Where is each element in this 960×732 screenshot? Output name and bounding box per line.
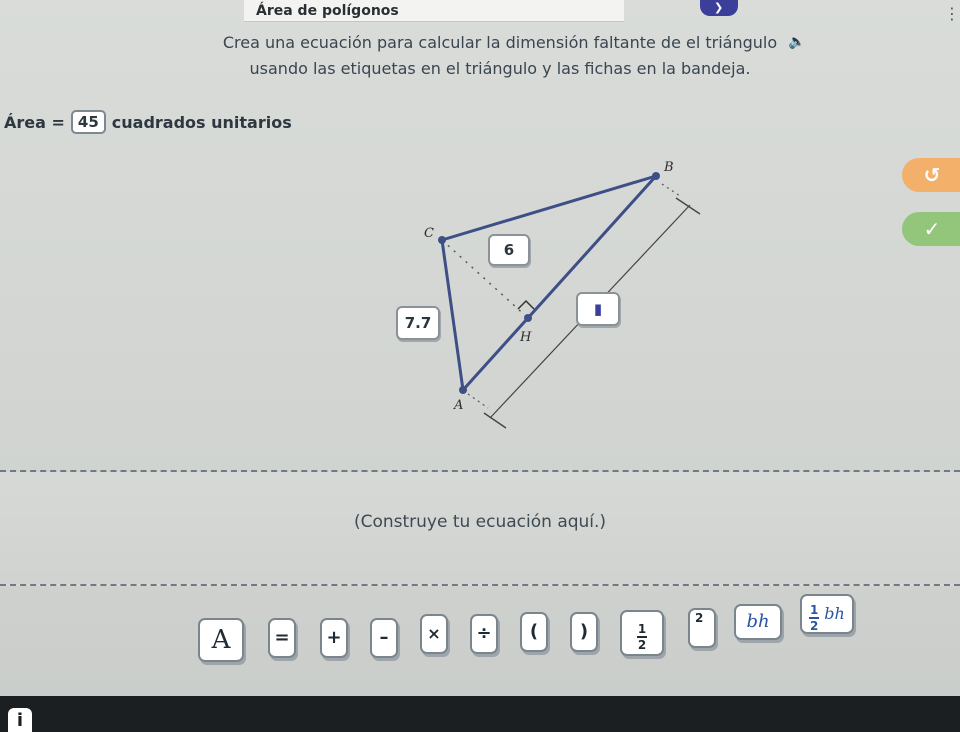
label-A: A	[454, 398, 464, 413]
unknown-base-tile[interactable]: ▮	[576, 292, 620, 326]
dot-icon[interactable]: ⋮	[944, 4, 960, 23]
one-half-fraction: 1 2	[637, 623, 647, 651]
half-bh-fraction: 1 2	[809, 603, 820, 633]
area-label: Área =	[4, 112, 65, 132]
check-icon: ✓	[923, 217, 941, 241]
label-B: B	[664, 160, 674, 175]
dimension-line	[489, 204, 691, 419]
one-half-denominator: 2	[637, 638, 647, 652]
tile-half-bh[interactable]: 1 2 bh	[800, 594, 854, 634]
chevron-icon: ❯	[714, 1, 724, 14]
page-title: Área de polígonos	[244, 0, 624, 22]
tile-divide[interactable]: ÷	[470, 614, 498, 654]
speaker-icon[interactable]: 🔈	[788, 34, 805, 50]
instructions-line-2: usando las etiquetas en el triángulo y l…	[249, 59, 751, 78]
tile-plus[interactable]: +	[320, 618, 348, 658]
instructions: Crea una ecuación para calcular la dimen…	[180, 30, 820, 82]
extension-dots-top	[661, 183, 681, 197]
height-value-tile: 6	[488, 234, 530, 266]
tile-bh[interactable]: bh	[734, 604, 782, 640]
tile-square-exponent[interactable]: 2	[688, 608, 716, 648]
height-line	[441, 239, 529, 319]
label-C: C	[424, 226, 434, 241]
bottom-bar	[0, 696, 960, 732]
side-AC	[440, 239, 465, 391]
extension-dots-bottom	[467, 393, 489, 409]
check-button[interactable]: ✓	[902, 212, 960, 246]
one-half-numerator: 1	[637, 622, 647, 636]
tile-left-paren[interactable]: (	[520, 612, 548, 652]
half-bh-denominator: 2	[809, 619, 819, 633]
undo-icon: ↺	[923, 163, 941, 187]
area-value: 45	[70, 110, 106, 134]
dimension-tick-top	[675, 197, 701, 215]
vertex-H	[524, 314, 532, 322]
build-placeholder: (Construye tu ecuación aquí.)	[353, 512, 607, 532]
undo-button[interactable]: ↺	[902, 158, 960, 192]
tile-times[interactable]: ×	[420, 614, 448, 654]
vertex-C	[438, 236, 446, 244]
label-H: H	[520, 330, 532, 345]
tile-equals[interactable]: =	[268, 618, 296, 658]
right-angle-marker	[517, 299, 535, 310]
info-icon[interactable]: i	[8, 708, 32, 732]
tile-tray: A = + – × ÷ ( ) 1 2 2 bh 1 2 bh	[0, 588, 960, 688]
area-unit: cuadrados unitarios	[111, 112, 292, 132]
instructions-line-1: Crea una ecuación para calcular la dimen…	[222, 33, 778, 52]
top-nav-button[interactable]: ❯	[700, 0, 738, 16]
vertex-A	[459, 386, 467, 394]
dimension-tick-bottom	[483, 412, 507, 429]
tile-one-half[interactable]: 1 2	[620, 610, 664, 656]
side-AB	[461, 174, 658, 392]
area-statement: Área = 45 cuadrados unitarios	[4, 110, 292, 134]
tile-minus[interactable]: –	[370, 618, 398, 658]
side-value-tile: 7.7	[396, 306, 440, 340]
side-CB	[441, 174, 657, 242]
half-bh-numerator: 1	[809, 603, 819, 617]
equation-build-zone[interactable]: (Construye tu ecuación aquí.)	[0, 470, 960, 586]
tile-A[interactable]: A	[198, 618, 244, 662]
vertex-B	[652, 172, 660, 180]
half-bh-text: bh	[824, 604, 845, 623]
tile-right-paren[interactable]: )	[570, 612, 598, 652]
